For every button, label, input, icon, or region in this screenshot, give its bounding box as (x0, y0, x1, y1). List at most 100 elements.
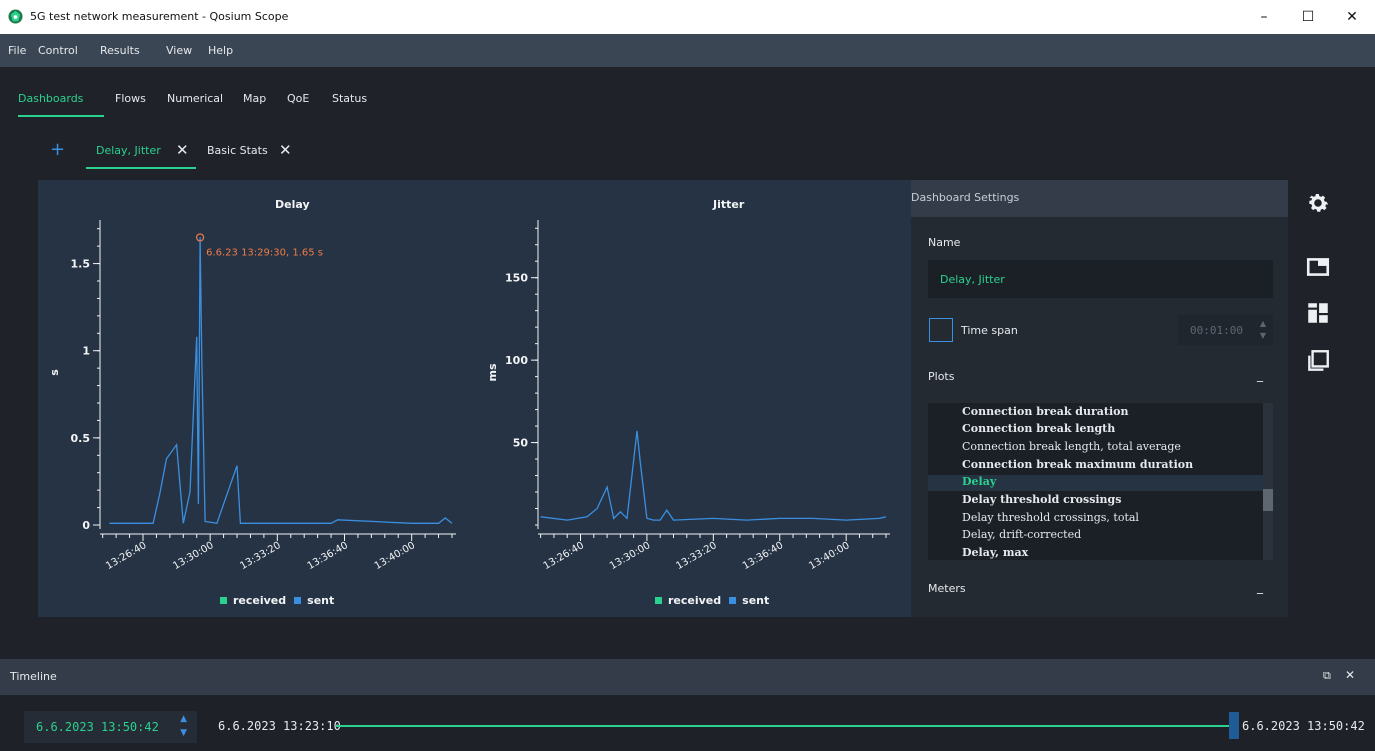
active-tab-indicator (18, 115, 104, 117)
close-tab-icon[interactable]: ✕ (279, 141, 292, 159)
y-tick-label: 50 (513, 437, 529, 450)
plots-collapse-button[interactable]: _ (1257, 368, 1263, 382)
legend-sent-swatch (294, 597, 302, 604)
series-sent-line (109, 237, 453, 525)
y-tick-label: 100 (505, 354, 528, 367)
close-icon: ✕ (1346, 9, 1358, 25)
close-window-button[interactable]: ✕ (1330, 4, 1374, 30)
float-panel-icon[interactable]: ⧉ (1323, 669, 1331, 683)
legend-received-swatch (220, 597, 227, 604)
maximize-icon: ☐ (1301, 9, 1315, 25)
timeline-track[interactable] (336, 725, 1233, 727)
legend-sent-label: sent (742, 594, 770, 607)
current-time-value: 6.6.2023 13:50:42 (36, 720, 159, 734)
time-span-checkbox[interactable] (929, 318, 953, 342)
close-tab-icon[interactable]: ✕ (176, 141, 189, 159)
list-item[interactable]: Delay threshold crossings (928, 493, 1263, 509)
maximize-button[interactable]: ☐ (1286, 4, 1330, 30)
timeline-handle[interactable] (1229, 712, 1239, 739)
y-tick-label: 150 (505, 272, 528, 285)
x-tick-label: 13:26:40 (542, 540, 586, 572)
dashboard-tab-basic-stats[interactable]: Basic Stats (207, 144, 268, 157)
meters-collapse-button[interactable]: _ (1257, 580, 1263, 594)
gear-icon[interactable] (1305, 190, 1331, 216)
x-tick-label: 13:36:40 (741, 540, 785, 572)
dashboard-name-input[interactable] (928, 260, 1273, 298)
dashboard-tab-delay-jitter[interactable]: Delay, Jitter (96, 144, 161, 157)
window-icon[interactable] (1305, 254, 1331, 280)
time-span-spinbox[interactable]: 00:01:00 ▲ ▼ (1178, 315, 1273, 345)
window-title: 5G test network measurement - Qosium Sco… (30, 10, 289, 23)
plots-list-scrollbar[interactable] (1263, 403, 1273, 560)
delay-chart[interactable]: 0 0.5 1 1.5 s 13:26:40 13:30:00 13:33:20 13:36:4… (38, 210, 474, 590)
legend-sent-label: sent (307, 594, 335, 607)
tab-qoe[interactable]: QoE (287, 92, 309, 105)
dashboard-settings-panel: Dashboard Settings Name Time span 00:01:… (911, 180, 1288, 617)
timeline-title: Timeline (10, 670, 57, 683)
tab-numerical[interactable]: Numerical (167, 92, 223, 105)
window-titlebar: 5G test network measurement - Qosium Sco… (0, 0, 1375, 34)
tab-dashboards[interactable]: Dashboards (18, 92, 83, 105)
y-axis-label: s (48, 369, 61, 376)
list-item[interactable]: Connection break length, total average (928, 440, 1263, 456)
legend-sent-swatch (729, 597, 737, 604)
x-tick-label: 13:30:00 (608, 540, 652, 572)
spin-down-icon[interactable]: ▼ (180, 728, 187, 738)
plots-list[interactable]: Connection break duration Connection bre… (928, 403, 1273, 560)
timeline-header: Timeline ⧉ ✕ (0, 659, 1375, 695)
menu-view[interactable]: View (166, 44, 192, 57)
list-item[interactable]: Connection break maximum duration (928, 458, 1263, 474)
menu-help[interactable]: Help (208, 44, 233, 57)
name-label: Name (928, 236, 961, 249)
dashboard-settings-header: Dashboard Settings (911, 180, 1288, 217)
menu-bar: File Control Results View Help (0, 34, 1375, 67)
menu-file[interactable]: File (8, 44, 26, 57)
jitter-chart[interactable]: 50 100 150 ms 13:26:40 13:30:00 13:33:20 13:36:… (474, 210, 911, 590)
dashboard-name-field[interactable] (928, 260, 1273, 298)
time-span-label: Time span (961, 324, 1018, 337)
list-item[interactable]: Delay threshold crossings, total (928, 511, 1263, 527)
tab-flows[interactable]: Flows (115, 92, 146, 105)
timeline-start-label: 6.6.2023 13:23:10 (218, 719, 341, 733)
dashboard-settings-title: Dashboard Settings (911, 191, 1020, 204)
spin-down-icon[interactable]: ▼ (1260, 331, 1266, 340)
copy-icon[interactable] (1305, 348, 1331, 374)
timeline-end-label: 6.6.2023 13:50:42 (1242, 719, 1365, 733)
minimize-button[interactable]: – (1242, 4, 1286, 30)
y-tick-label: 1.5 (71, 258, 91, 271)
tab-map[interactable]: Map (243, 92, 266, 105)
scrollbar-thumb[interactable] (1263, 489, 1273, 511)
close-timeline-icon[interactable]: ✕ (1345, 668, 1355, 682)
list-item[interactable]: Connection break length (928, 422, 1263, 438)
y-axis-label: ms (486, 363, 499, 381)
list-item[interactable]: Delay, drift-corrected (928, 528, 1263, 544)
list-item[interactable]: Connection break duration (928, 405, 1263, 421)
legend-received-label: received (668, 594, 722, 607)
spin-up-icon[interactable]: ▲ (180, 714, 187, 724)
x-tick-label: 13:40:00 (373, 540, 417, 572)
menu-control[interactable]: Control (38, 44, 78, 57)
tab-status[interactable]: Status (332, 92, 367, 105)
x-tick-label: 13:40:00 (807, 540, 851, 572)
plots-label: Plots (928, 370, 955, 383)
x-tick-label: 13:26:40 (104, 540, 148, 572)
annotation-label: 6.6.23 13:29:30, 1.65 s (206, 247, 323, 258)
time-span-value: 00:01:00 (1190, 324, 1243, 337)
minimize-icon: – (1260, 9, 1268, 25)
x-tick-label: 13:33:20 (674, 540, 718, 572)
list-item[interactable]: Delay, max (928, 546, 1263, 560)
active-subtab-indicator (86, 167, 196, 169)
dashboard-layout-icon[interactable] (1305, 300, 1331, 326)
x-tick-label: 13:36:40 (306, 540, 350, 572)
x-tick-label: 13:33:20 (238, 540, 282, 572)
legend-received-swatch (655, 597, 662, 604)
series-sent-line (540, 430, 887, 521)
spin-up-icon[interactable]: ▲ (1260, 319, 1266, 328)
jitter-legend: received sent (655, 594, 777, 607)
x-tick-label: 13:30:00 (171, 540, 215, 572)
list-item-selected[interactable]: Delay (928, 475, 1263, 491)
menu-results[interactable]: Results (100, 44, 140, 57)
add-dashboard-button[interactable]: + (50, 139, 65, 160)
app-logo-icon (8, 9, 23, 24)
current-time-spinbox[interactable]: 6.6.2023 13:50:42 ▲ ▼ (24, 711, 197, 743)
